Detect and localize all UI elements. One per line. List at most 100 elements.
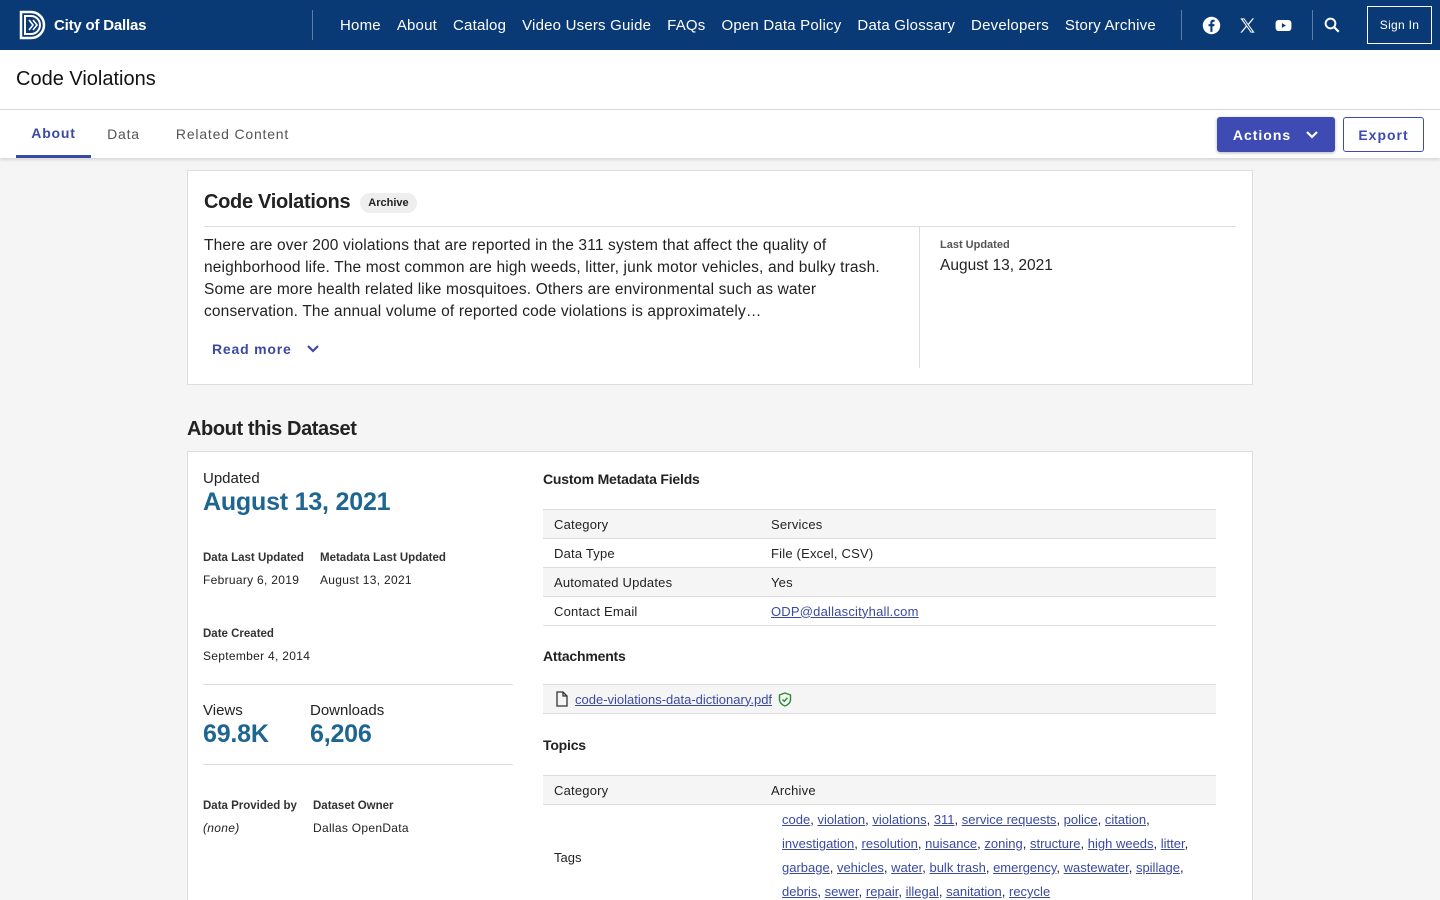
last-updated-label: Last Updated	[940, 239, 1010, 251]
divider	[204, 226, 1236, 227]
divider	[203, 764, 513, 765]
tag-link[interactable]: high weeds	[1088, 836, 1154, 851]
tag-link[interactable]: wastewater	[1064, 860, 1129, 875]
tag-link[interactable]: spillage	[1136, 860, 1180, 875]
data-last-updated-label: Data Last Updated	[203, 552, 304, 564]
tag-link[interactable]: structure	[1030, 836, 1081, 851]
metadata-last-updated-value: August 13, 2021	[320, 573, 412, 587]
nav-home[interactable]: Home	[332, 17, 389, 34]
metadata-key: Data Type	[554, 545, 615, 561]
metadata-key: Automated Updates	[554, 574, 673, 590]
tag-link[interactable]: water	[891, 860, 922, 875]
facebook-icon[interactable]	[1199, 13, 1223, 37]
tag-separator: ,	[898, 884, 906, 899]
sign-in-button[interactable]: Sign In	[1367, 6, 1432, 44]
youtube-icon[interactable]	[1271, 13, 1295, 37]
nav-developers[interactable]: Developers	[963, 17, 1057, 34]
tab-related-content[interactable]: Related Content	[160, 110, 305, 158]
divider	[203, 684, 513, 685]
table-row: Automated Updates Yes	[543, 568, 1216, 597]
tag-link[interactable]: investigation	[782, 836, 854, 851]
nav-story-archive[interactable]: Story Archive	[1057, 17, 1164, 34]
chevron-down-icon	[306, 345, 319, 353]
file-icon	[556, 691, 568, 707]
tag-link[interactable]: sewer	[825, 884, 859, 899]
attachment-link[interactable]: code-violations-data-dictionary.pdf	[575, 692, 772, 707]
tag-separator: ,	[1022, 836, 1030, 851]
nav-catalog[interactable]: Catalog	[445, 17, 514, 34]
nav-data-glossary[interactable]: Data Glossary	[849, 17, 963, 34]
tag-link[interactable]: debris	[782, 884, 817, 899]
read-more-button[interactable]: Read more	[212, 341, 320, 357]
table-row: Category Archive	[543, 776, 1216, 805]
date-created-value: September 4, 2014	[203, 649, 311, 663]
page-title: Code Violations	[16, 68, 156, 90]
tab-data[interactable]: Data	[95, 110, 152, 158]
city-logo-link[interactable]: City of Dallas	[17, 9, 146, 41]
tag-separator: ,	[854, 836, 862, 851]
tag-link[interactable]: zoning	[984, 836, 1022, 851]
actions-label: Actions	[1232, 126, 1292, 143]
tag-separator: ,	[985, 860, 994, 875]
dataset-title: Code Violations	[204, 191, 351, 213]
tag-link[interactable]: citation	[1105, 812, 1146, 827]
metadata-value: File (Excel, CSV)	[771, 545, 874, 561]
tag-link[interactable]: police	[1064, 812, 1098, 827]
metadata-value-cell: ODP@dallascityhall.com	[771, 604, 1216, 619]
tag-link[interactable]: recycle	[1009, 884, 1050, 899]
tag-link[interactable]: nuisance	[925, 836, 977, 851]
tag-separator: ,	[1128, 860, 1136, 875]
tag-link[interactable]: repair	[866, 884, 899, 899]
x-twitter-icon[interactable]	[1235, 13, 1259, 37]
page-title-bar: Code Violations	[0, 50, 1440, 110]
logo-text: City of Dallas	[54, 16, 147, 34]
search-icon[interactable]	[1320, 13, 1344, 37]
nav-divider	[312, 10, 313, 40]
data-last-updated-value: February 6, 2019	[203, 573, 300, 587]
tag-link[interactable]: garbage	[782, 860, 830, 875]
tag-link[interactable]: bulk trash	[929, 860, 985, 875]
tag-link[interactable]: litter	[1161, 836, 1185, 851]
last-updated-value: August 13, 2021	[940, 257, 1053, 274]
tag-separator: ,	[1056, 860, 1064, 875]
tag-separator: ,	[1146, 812, 1150, 827]
metadata-key: Category	[554, 516, 609, 532]
tag-link[interactable]: resolution	[862, 836, 918, 851]
nav-divider	[1312, 10, 1313, 40]
tag-link[interactable]: 311	[934, 812, 955, 827]
actions-button[interactable]: Actions	[1217, 117, 1335, 152]
divider	[919, 227, 920, 368]
metadata-value: Yes	[771, 574, 793, 590]
tag-separator: ,	[1097, 812, 1105, 827]
tag-link[interactable]: emergency	[993, 860, 1056, 875]
tag-separator: ,	[926, 812, 934, 827]
export-button[interactable]: Export	[1343, 117, 1424, 152]
tag-link[interactable]: vehicles	[837, 860, 884, 875]
table-row: Data Type File (Excel, CSV)	[543, 539, 1216, 568]
topic-category-label: Category	[554, 782, 609, 798]
top-navigation-bar: City of Dallas Home About Catalog Video …	[0, 0, 1440, 50]
data-provided-by-label: Data Provided by	[203, 800, 297, 812]
tag-separator: ,	[817, 884, 825, 899]
contact-email-link[interactable]: ODP@dallascityhall.com	[771, 604, 919, 619]
tag-separator: ,	[1056, 812, 1064, 827]
tag-separator: ,	[858, 884, 866, 899]
nav-about[interactable]: About	[389, 17, 445, 34]
updated-value: August 13, 2021	[203, 488, 391, 516]
attachments-heading: Attachments	[543, 648, 626, 664]
views-label: Views	[203, 702, 243, 719]
tag-link[interactable]: illegal	[906, 884, 939, 899]
tag-link[interactable]: violation	[817, 812, 865, 827]
metadata-value: Services	[771, 516, 823, 532]
tag-link[interactable]: violations	[872, 812, 926, 827]
tag-link[interactable]: code	[782, 812, 810, 827]
tag-link[interactable]: sanitation	[946, 884, 1002, 899]
tag-link[interactable]: service requests	[962, 812, 1057, 827]
downloads-value: 6,206	[310, 720, 372, 748]
chevron-down-icon	[1306, 130, 1318, 139]
tab-about[interactable]: About	[16, 110, 91, 158]
nav-video-users-guide[interactable]: Video Users Guide	[514, 17, 659, 34]
nav-open-data-policy[interactable]: Open Data Policy	[713, 17, 849, 34]
nav-faqs[interactable]: FAQs	[659, 17, 713, 34]
topics-table: Category Archive	[543, 775, 1216, 805]
